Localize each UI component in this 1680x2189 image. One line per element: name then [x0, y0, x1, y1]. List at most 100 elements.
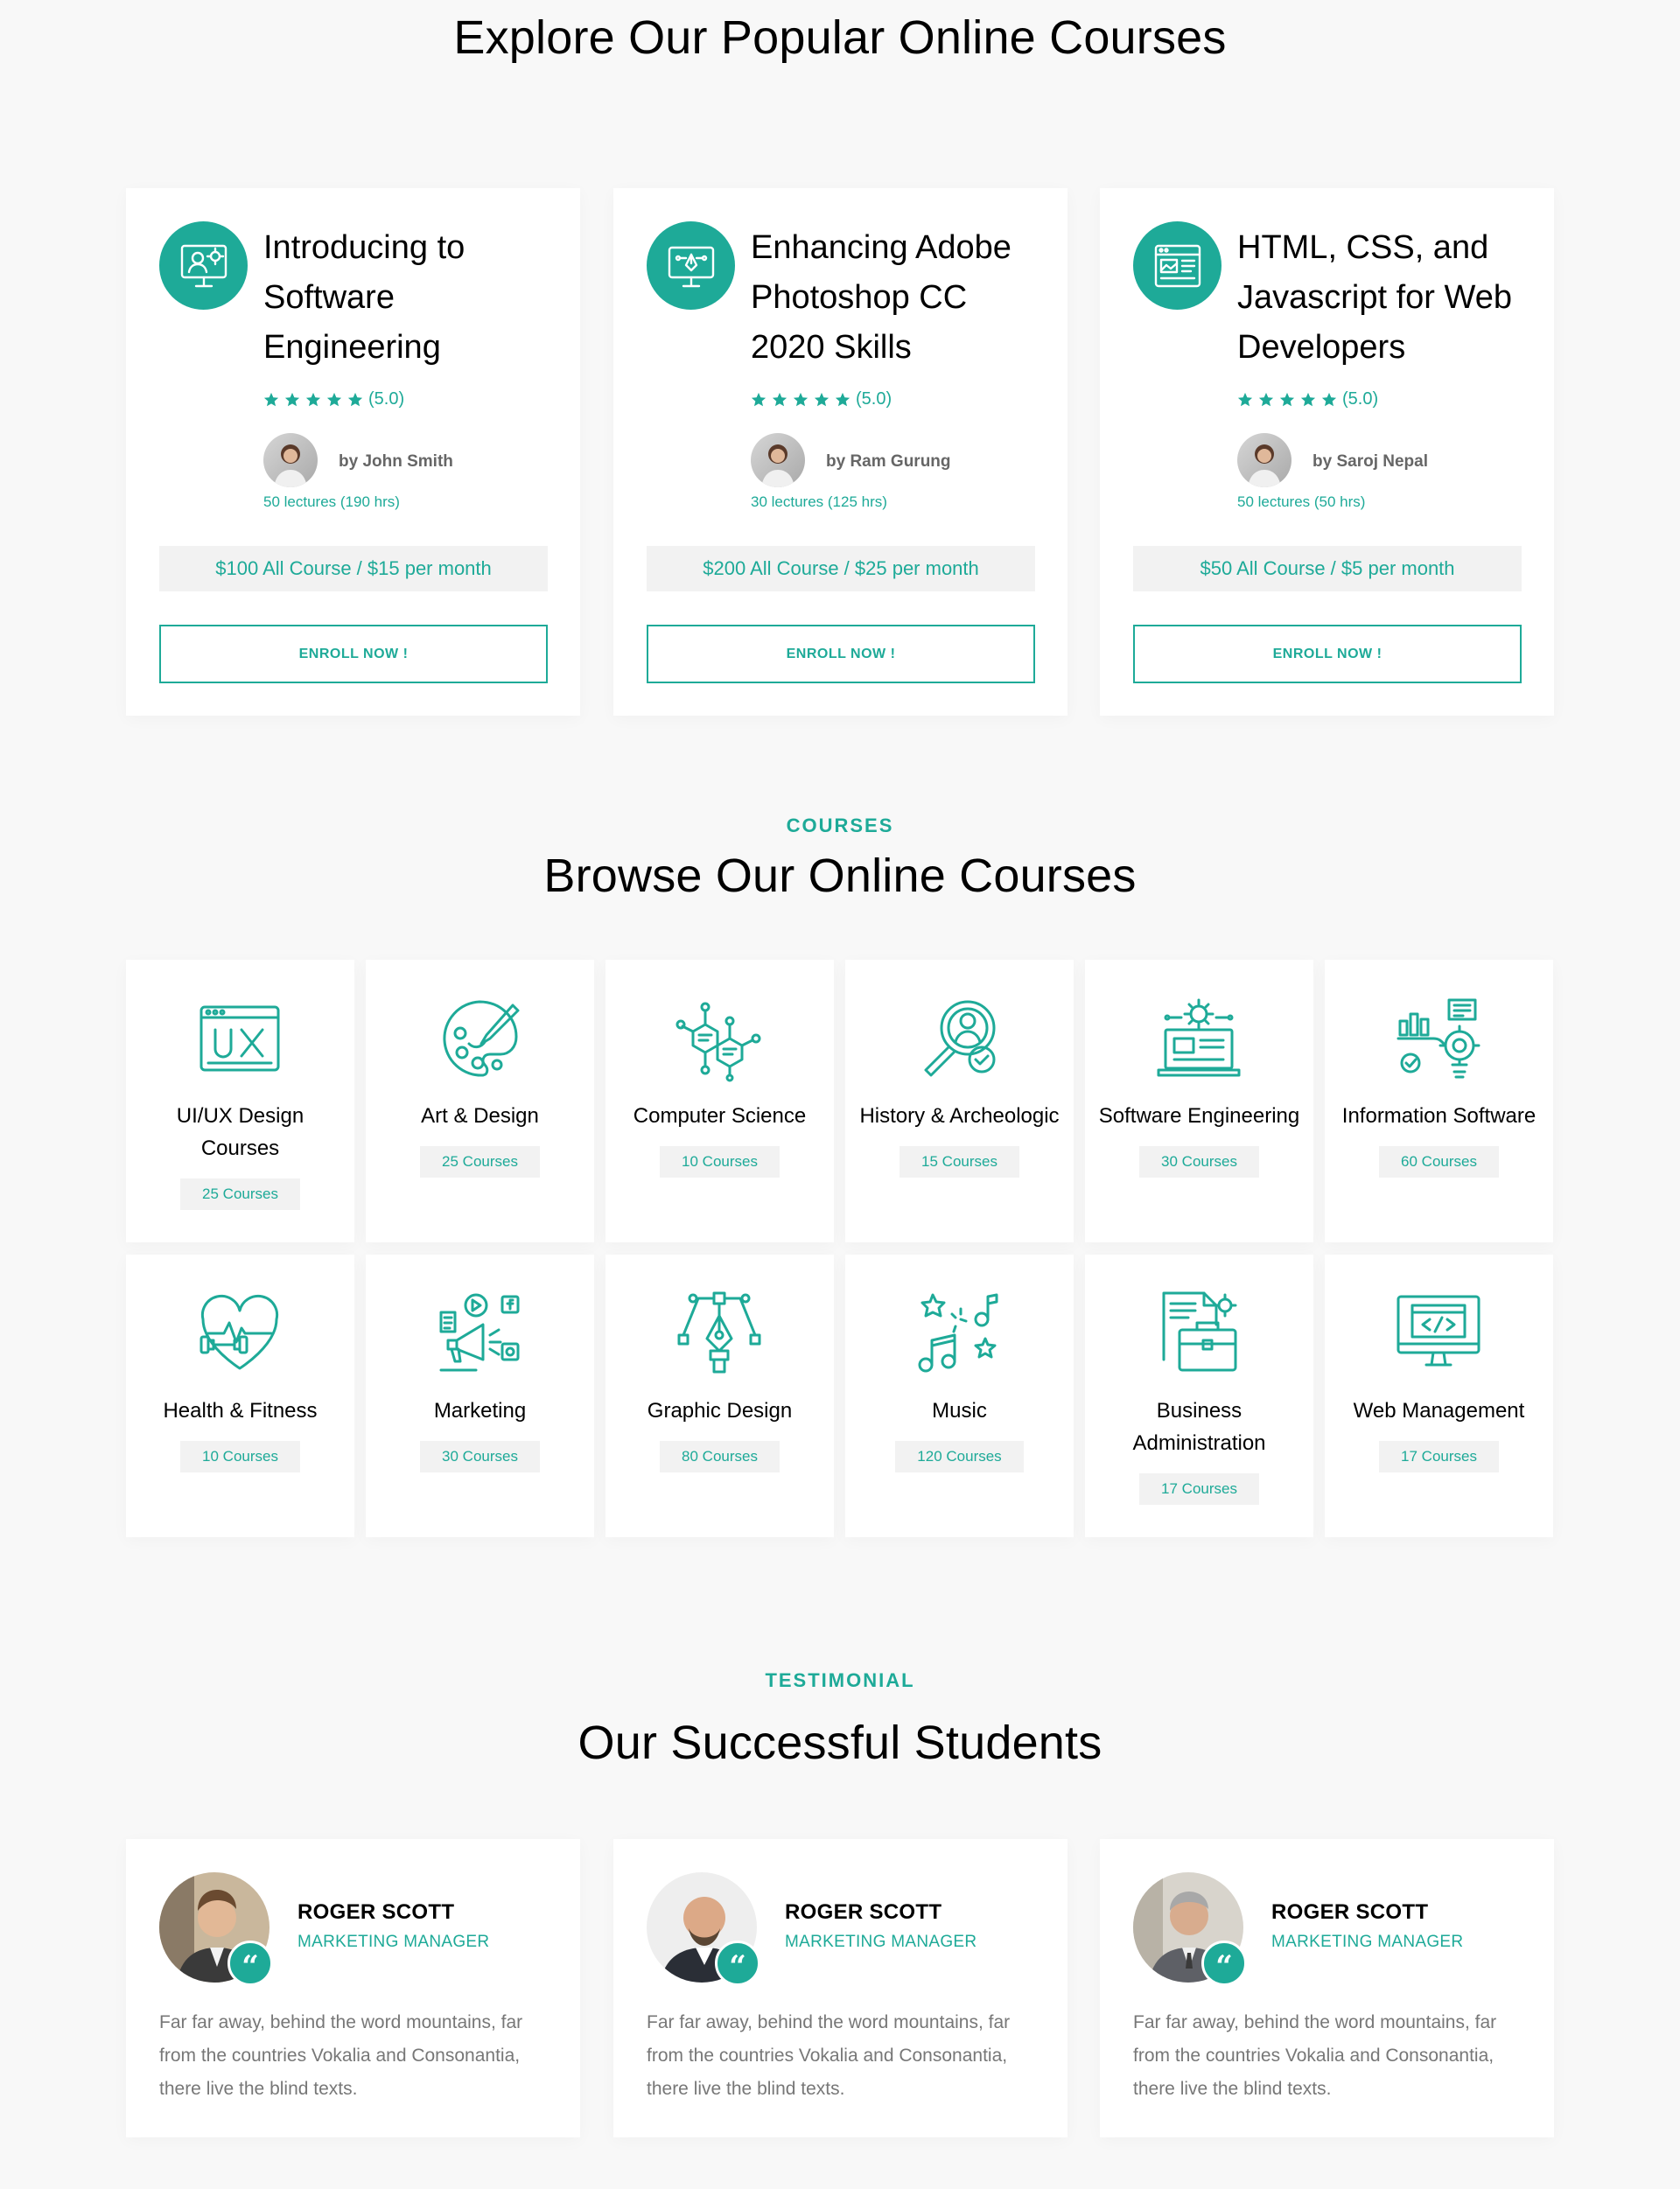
laptop-gear-icon: [1155, 995, 1242, 1082]
course-price: $50 All Course / $5 per month: [1133, 546, 1522, 591]
course-lectures: 30 lectures (125 hrs): [751, 493, 887, 510]
star-icon: [793, 392, 808, 406]
star-icon: [814, 392, 830, 406]
popular-course-card: HTML, CSS, and Javascript for Web Develo…: [1100, 188, 1554, 716]
testimonial-card: “ ROGER SCOTT MARKETING MANAGER Far far …: [1100, 1839, 1554, 2137]
testimonial-card: “ ROGER SCOTT MARKETING MANAGER Far far …: [126, 1839, 580, 2137]
category-card-graphic[interactable]: Graphic Design 80 Courses: [606, 1255, 834, 1537]
student-role: MARKETING MANAGER: [1271, 1933, 1464, 1951]
testimonial-section-title: Our Successful Students: [578, 1717, 1102, 1769]
popular-section-title: Explore Our Popular Online Courses: [453, 11, 1227, 64]
course-title[interactable]: Enhancing Adobe Photoshop CC 2020 Skills: [751, 223, 1048, 373]
course-lectures: 50 lectures (50 hrs): [1237, 493, 1366, 510]
star-icon: [347, 392, 363, 406]
testimonial-text: Far far away, behind the word mountains,…: [1133, 2012, 1497, 2099]
star-icon: [835, 392, 850, 406]
browse-section-subtitle: COURSES: [786, 815, 894, 836]
course-title[interactable]: Introducing to Software Engineering: [263, 223, 561, 373]
testimonial-section-subtitle: TESTIMONIAL: [765, 1669, 915, 1691]
category-card-art[interactable]: Art & Design 25 Courses: [366, 960, 594, 1242]
category-name: Software Engineering: [1098, 1104, 1300, 1128]
student-role: MARKETING MANAGER: [785, 1933, 977, 1951]
star-icon: [1321, 392, 1337, 406]
category-card-info[interactable]: Information Software 60 Courses: [1325, 960, 1553, 1242]
category-count: 15 Courses: [900, 1146, 1019, 1178]
testimonial-text: Far far away, behind the word mountains,…: [647, 2012, 1011, 2099]
star-icon: [263, 392, 279, 406]
category-name: Web Management: [1353, 1399, 1525, 1423]
testimonial-card: “ ROGER SCOTT MARKETING MANAGER Far far …: [613, 1839, 1068, 2137]
category-card-cs[interactable]: Computer Science 10 Courses: [606, 960, 834, 1242]
star-icon: [1258, 392, 1274, 406]
ux-window-icon: [196, 995, 284, 1082]
star-icon: [772, 392, 788, 406]
category-card-software[interactable]: Software Engineering 30 Courses: [1085, 960, 1313, 1242]
category-name: UI/UX Design Courses: [176, 1104, 304, 1160]
engineer-gear-icon: [159, 221, 248, 310]
author-avatar: [751, 433, 805, 487]
category-name: Graphic Design: [647, 1399, 793, 1423]
popular-course-card: Introducing to Software Engineering (5.0…: [126, 188, 580, 716]
star-icon: [1300, 392, 1316, 406]
category-name: Business Administration: [1132, 1399, 1266, 1455]
course-lectures: 50 lectures (190 hrs): [263, 493, 400, 510]
course-rating: (5.0): [751, 389, 892, 409]
enroll-button[interactable]: ENROLL NOW !: [159, 625, 548, 683]
student-name: ROGER SCOTT: [785, 1900, 942, 1924]
student-name: ROGER SCOTT: [298, 1900, 455, 1924]
category-count: 25 Courses: [180, 1178, 300, 1210]
category-card-marketing[interactable]: Marketing 30 Courses: [366, 1255, 594, 1537]
course-author: by Saroj Nepal: [1312, 452, 1428, 471]
star-icon: [284, 392, 300, 406]
category-name: Marketing: [433, 1399, 527, 1423]
category-count: 60 Courses: [1379, 1146, 1499, 1178]
category-count: 30 Courses: [1139, 1146, 1259, 1178]
category-name: History & Archeologic: [859, 1104, 1060, 1128]
hexagon-network-icon: [676, 995, 763, 1082]
category-count: 17 Courses: [1139, 1473, 1259, 1505]
category-card-business[interactable]: Business Administration 17 Courses: [1085, 1255, 1313, 1537]
category-card-uiux[interactable]: UI/UX Design Courses 25 Courses: [126, 960, 354, 1242]
enroll-button[interactable]: ENROLL NOW !: [1133, 625, 1522, 683]
star-icon: [1237, 392, 1253, 406]
category-card-music[interactable]: Music 120 Courses: [845, 1255, 1074, 1537]
star-icon: [751, 392, 766, 406]
category-card-history[interactable]: History & Archeologic 15 Courses: [845, 960, 1074, 1242]
category-count: 17 Courses: [1379, 1441, 1499, 1472]
category-count: 10 Courses: [180, 1441, 300, 1472]
author-avatar: [263, 433, 318, 487]
quote-icon: “: [1201, 1941, 1247, 1986]
rating-value: (5.0): [1342, 389, 1379, 409]
testimonial-text: Far far away, behind the word mountains,…: [159, 2012, 523, 2099]
rating-value: (5.0): [856, 389, 892, 409]
web-layout-icon: [1133, 221, 1222, 310]
enroll-button[interactable]: ENROLL NOW !: [647, 625, 1035, 683]
star-icon: [1279, 392, 1295, 406]
popular-course-card: Enhancing Adobe Photoshop CC 2020 Skills…: [613, 188, 1068, 716]
course-title[interactable]: HTML, CSS, and Javascript for Web Develo…: [1237, 223, 1535, 373]
category-count: 80 Courses: [660, 1441, 780, 1472]
category-card-web[interactable]: Web Management 17 Courses: [1325, 1255, 1553, 1537]
star-icon: [326, 392, 342, 406]
course-price: $100 All Course / $15 per month: [159, 546, 548, 591]
category-card-health[interactable]: Health & Fitness 10 Courses: [126, 1255, 354, 1537]
course-rating: (5.0): [1237, 389, 1378, 409]
rating-value: (5.0): [368, 389, 405, 409]
quote-icon: “: [228, 1941, 273, 1986]
student-name: ROGER SCOTT: [1271, 1900, 1429, 1924]
briefcase-document-icon: [1155, 1290, 1242, 1377]
chart-bulb-icon: [1395, 995, 1482, 1082]
category-name: Information Software: [1341, 1104, 1536, 1128]
megaphone-social-icon: [436, 1290, 523, 1377]
author-avatar: [1237, 433, 1292, 487]
category-count: 25 Courses: [420, 1146, 540, 1178]
category-count: 10 Courses: [660, 1146, 780, 1178]
category-name: Music: [932, 1399, 987, 1423]
category-name: Art & Design: [421, 1104, 539, 1128]
star-icon: [305, 392, 321, 406]
course-rating: (5.0): [263, 389, 404, 409]
student-role: MARKETING MANAGER: [298, 1933, 490, 1951]
course-author: by Ram Gurung: [826, 452, 951, 471]
quote-icon: “: [715, 1941, 760, 1986]
magnifier-person-icon: [915, 995, 1003, 1082]
